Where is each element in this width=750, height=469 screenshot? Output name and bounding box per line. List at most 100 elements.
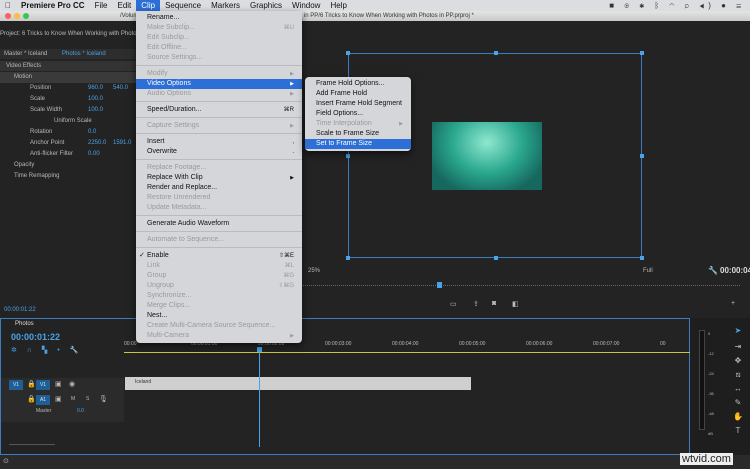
sync-lock-icon[interactable]: ▣ xyxy=(55,395,62,403)
app-menu[interactable]: Premiere Pro CC xyxy=(16,0,90,11)
playhead[interactable] xyxy=(257,347,262,352)
menu-window[interactable]: Window xyxy=(287,0,325,11)
apple-icon[interactable]:  xyxy=(0,0,16,11)
track-a1[interactable]: A1 xyxy=(36,395,50,405)
menu-graphics[interactable]: Graphics xyxy=(245,0,287,11)
ruler-tick-label: 00:00:07:00 xyxy=(593,341,620,347)
menu-bar:  Premiere Pro CC File Edit Clip Sequenc… xyxy=(0,0,750,11)
menu-help[interactable]: Help xyxy=(325,0,351,11)
master-volume[interactable]: 0.0 xyxy=(77,408,84,414)
menu-item-rename[interactable]: Rename... xyxy=(136,13,302,23)
resolution-select[interactable]: Full xyxy=(643,268,653,274)
program-playhead[interactable] xyxy=(437,282,442,288)
menu-item-insert[interactable]: Insert, xyxy=(136,137,302,147)
lock-icon[interactable]: 🔒 xyxy=(27,395,36,403)
camera-icon[interactable]: ◙ xyxy=(492,300,496,307)
effect-label: Anchor Point xyxy=(30,140,65,146)
menu-item-nest[interactable]: Nest... xyxy=(136,311,302,321)
razor-tool-icon[interactable]: ⧅ xyxy=(731,370,745,380)
shortcut: ⌘G xyxy=(283,273,294,279)
menu-item-video-options[interactable]: Video Options ▶ xyxy=(136,79,302,89)
ripple-edit-tool-icon[interactable]: ✥ xyxy=(731,356,745,365)
effect-timecode[interactable]: 00:00:01:22 xyxy=(4,307,36,313)
iceland-photo[interactable] xyxy=(432,122,542,190)
lock-icon[interactable]: 🔒 xyxy=(27,380,36,388)
zoom-level-select[interactable]: 25% xyxy=(308,268,320,274)
type-tool-icon[interactable]: T xyxy=(731,426,745,435)
hand-tool-icon[interactable]: ✋ xyxy=(731,412,745,421)
effect-row-anti-flicker-filter[interactable]: Anti-flicker Filter 0.00 xyxy=(0,149,136,160)
menu-item-enable[interactable]: ✓ Enable ⇧⌘E xyxy=(136,251,302,261)
menu-item-label: Automate to Sequence... xyxy=(147,236,225,243)
shortcut: ⇧⌘G xyxy=(278,283,294,289)
effect-row-rotation[interactable]: Rotation 0.0 xyxy=(0,127,136,138)
effect-value[interactable]: 0.00 xyxy=(88,149,100,160)
menu-file[interactable]: File xyxy=(90,0,113,11)
track-v1[interactable]: V1 xyxy=(36,380,50,390)
menu-clip[interactable]: Clip xyxy=(136,0,161,11)
effect-value[interactable]: 100.0 xyxy=(88,105,103,116)
zoom-window-button[interactable] xyxy=(23,13,29,19)
menu-item-insert-frame-hold-segment[interactable]: Insert Frame Hold Segment xyxy=(305,99,411,109)
program-scrubber[interactable] xyxy=(300,285,740,286)
effect-value[interactable]: 2250.0 xyxy=(88,138,106,149)
export-icon[interactable]: ⇪ xyxy=(473,300,479,308)
menu-sequence[interactable]: Sequence xyxy=(160,0,206,11)
safe-margins-icon[interactable]: ▭ xyxy=(450,300,457,308)
effect-row-uniform-scale[interactable]: Uniform Scale xyxy=(0,116,136,127)
effect-value[interactable]: 960.0 xyxy=(88,83,103,94)
effect-row-scale-width[interactable]: Scale Width 100.0 xyxy=(0,105,136,116)
effect-row-position[interactable]: Position 960.0 540.0 xyxy=(0,83,136,94)
clip-iceland[interactable]: Iceland xyxy=(125,377,471,390)
source-v1[interactable]: V1 xyxy=(9,380,23,390)
effect-row-motion[interactable]: Motion xyxy=(0,72,136,83)
effect-row-time-remapping[interactable]: Time Remapping xyxy=(0,171,136,182)
menu-item-frame-hold-options[interactable]: Frame Hold Options... xyxy=(305,79,411,89)
menu-item-render-and-replace[interactable]: Render and Replace... xyxy=(136,183,302,193)
effect-row-scale[interactable]: Scale 100.0 xyxy=(0,94,136,105)
track-select-tool-icon[interactable]: ⇥ xyxy=(731,342,745,351)
work-area-bar[interactable] xyxy=(124,352,690,353)
comparison-view-icon[interactable]: ◧ xyxy=(512,300,519,308)
sync-lock-icon[interactable]: ▣ xyxy=(55,380,62,388)
menu-item-group: Group ⌘G xyxy=(136,271,302,281)
menu-edit[interactable]: Edit xyxy=(112,0,136,11)
add-button-icon[interactable]: + xyxy=(731,300,735,307)
menu-item-generate-audio-waveform[interactable]: Generate Audio Waveform xyxy=(136,219,302,229)
menu-item-overwrite[interactable]: Overwrite. xyxy=(136,147,302,157)
menu-item-replace-with-clip[interactable]: Replace With Clip ▶ xyxy=(136,173,302,183)
effect-row-anchor-point[interactable]: Anchor Point 2250.0 1591.0 xyxy=(0,138,136,149)
close-window-button[interactable] xyxy=(5,13,11,19)
menu-item-set-to-frame-size[interactable]: Set to Frame Size xyxy=(305,139,411,149)
pen-tool-icon[interactable]: ✎ xyxy=(731,398,745,407)
menu-item-scale-to-frame-size[interactable]: Scale to Frame Size xyxy=(305,129,411,139)
solo-button[interactable]: S xyxy=(86,396,89,402)
effect-value[interactable]: 100.0 xyxy=(88,94,103,105)
playhead-line[interactable] xyxy=(259,347,260,447)
effect-value[interactable]: 1591.0 xyxy=(113,138,131,149)
effect-value[interactable]: 540.0 xyxy=(113,83,128,94)
menu-item-speed-duration[interactable]: Speed/Duration... ⌘R xyxy=(136,105,302,115)
status-icons[interactable]: ■ ◉ ✱ ᛒ ◠ ⌕ ◀) ● ☰ xyxy=(604,0,750,11)
menu-markers[interactable]: Markers xyxy=(206,0,245,11)
timeline-tools[interactable]: ✲∩▚•🔧 xyxy=(11,346,88,354)
effect-row-opacity[interactable]: Opacity xyxy=(0,160,136,171)
mute-button[interactable]: M xyxy=(71,396,75,402)
menu-item-field-options[interactable]: Field Options... xyxy=(305,109,411,119)
eye-icon[interactable]: ◉ xyxy=(69,380,75,388)
zoom-scrollbar[interactable] xyxy=(9,444,55,445)
tab-master[interactable]: Master * Iceland xyxy=(4,51,47,57)
effect-value[interactable]: 0.0 xyxy=(88,127,96,138)
minimize-window-button[interactable] xyxy=(14,13,20,19)
effect-label: Anti-flicker Filter xyxy=(30,151,74,157)
menu-item-modify: Modify ▶ xyxy=(136,69,302,79)
menu-item-add-frame-hold[interactable]: Add Frame Hold xyxy=(305,89,411,99)
tab-clip[interactable]: Photos * Iceland xyxy=(62,51,106,57)
wrench-icon[interactable]: 🔧 xyxy=(708,266,718,275)
voiceover-icon[interactable]: 🎙 xyxy=(99,395,108,403)
timeline-timecode[interactable]: 00:00:01:22 xyxy=(11,332,60,342)
ruler-tick-label: 00:00:05:00 xyxy=(459,341,486,347)
slip-tool-icon[interactable]: ↔ xyxy=(731,384,745,393)
selection-tool-icon[interactable]: ➤ xyxy=(731,326,745,335)
sequence-tab[interactable]: Photos xyxy=(15,321,34,327)
